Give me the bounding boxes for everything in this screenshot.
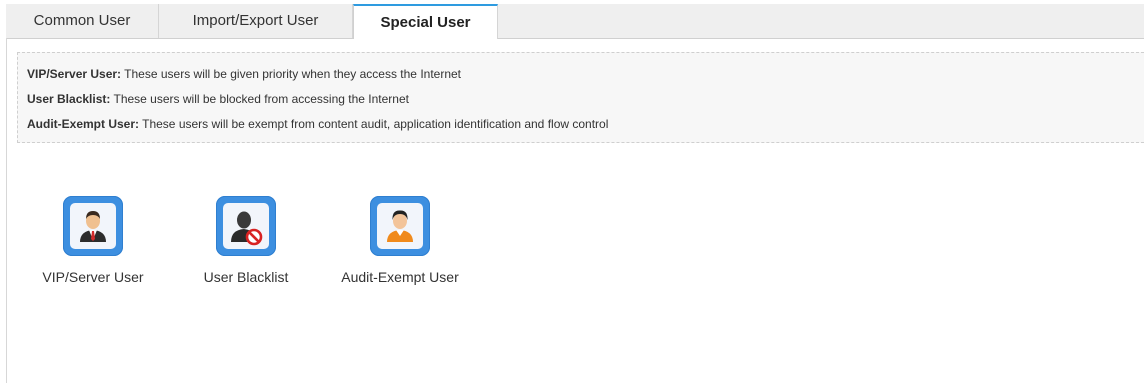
info-vip-text: These users will be given priority when … bbox=[121, 67, 462, 81]
tab-special-user[interactable]: Special User bbox=[353, 4, 498, 39]
user-blacklist-label: User Blacklist bbox=[203, 269, 289, 285]
info-panel: VIP/Server User: These users will be giv… bbox=[17, 52, 1144, 143]
user-blacklist-item[interactable]: User Blacklist bbox=[190, 196, 302, 285]
audit-exempt-user-item[interactable]: Audit-Exempt User bbox=[333, 196, 467, 285]
info-blacklist-text: These users will be blocked from accessi… bbox=[110, 92, 409, 106]
info-blacklist-line: User Blacklist: These users will be bloc… bbox=[27, 90, 1144, 115]
info-blacklist-term: User Blacklist: bbox=[27, 92, 111, 106]
info-audit-text: These users will be exempt from content … bbox=[139, 117, 609, 131]
tab-bar: Common User Import/Export User Special U… bbox=[6, 4, 1144, 39]
special-user-page: Common User Import/Export User Special U… bbox=[0, 0, 1144, 383]
info-audit-term: Audit-Exempt User: bbox=[27, 117, 140, 131]
audit-exempt-user-icon[interactable] bbox=[370, 196, 430, 256]
content-left-border bbox=[6, 38, 7, 383]
blocked-user-icon[interactable] bbox=[216, 196, 276, 256]
vip-user-icon[interactable] bbox=[63, 196, 123, 256]
audit-exempt-user-label: Audit-Exempt User bbox=[341, 269, 459, 285]
vip-server-user-label: VIP/Server User bbox=[42, 269, 144, 285]
vip-server-user-item[interactable]: VIP/Server User bbox=[37, 196, 149, 285]
info-audit-line: Audit-Exempt User: These users will be e… bbox=[27, 115, 1144, 140]
tab-common-user[interactable]: Common User bbox=[6, 4, 159, 38]
tab-import-export-user[interactable]: Import/Export User bbox=[159, 4, 353, 38]
info-vip-line: VIP/Server User: These users will be giv… bbox=[27, 65, 1144, 90]
info-vip-term: VIP/Server User: bbox=[27, 67, 122, 81]
